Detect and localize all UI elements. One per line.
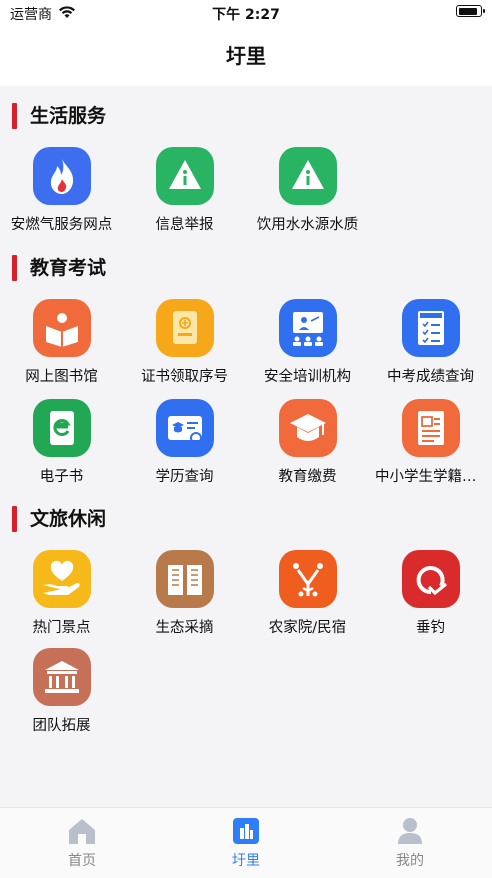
tab-mine[interactable]: 我的 [328, 816, 492, 870]
open-book-icon [155, 550, 214, 608]
degree-card-icon [155, 399, 214, 457]
service-education-payment[interactable]: 教育缴费 [246, 399, 369, 486]
section-accent-bar [12, 506, 17, 532]
section-accent-bar [12, 103, 17, 129]
service-safety-training[interactable]: 安全培训机构 [246, 299, 369, 386]
service-degree-check[interactable]: 学历查询 [123, 399, 246, 486]
service-exam-results[interactable]: 中考成绩查询 [369, 299, 492, 386]
heart-hand-icon [32, 550, 91, 608]
service-info-report[interactable]: 信息举报 [123, 147, 246, 234]
tab-xuli[interactable]: 圩里 [164, 816, 328, 870]
service-online-library[interactable]: 网上图书馆 [0, 299, 123, 386]
service-label: 垂钓 [416, 620, 445, 636]
museum-icon [32, 648, 91, 706]
document-icon [401, 399, 460, 457]
service-label: 信息举报 [155, 217, 214, 233]
person-icon [395, 816, 425, 846]
info-icon [155, 147, 214, 205]
page-title: 圩里 [0, 26, 492, 86]
battery-icon [456, 5, 485, 17]
service-label: 安全培训机构 [264, 369, 351, 385]
service-farmhouse-homestay[interactable]: 农家院/民宿 [246, 550, 369, 637]
fishing-icon [401, 550, 460, 608]
service-label: 热门景点 [32, 620, 91, 636]
section-title: 教育考试 [30, 257, 107, 279]
service-label: 电子书 [39, 469, 84, 485]
service-label: 农家院/民宿 [268, 620, 347, 636]
service-label: 学历查询 [155, 469, 214, 485]
status-bar: 运营商 下午 2:27 [0, 0, 492, 26]
tab-label: 首页 [68, 853, 96, 869]
fruit-tree-icon [278, 550, 337, 608]
service-label: 饮用水水源水质 [256, 217, 359, 233]
service-student-status[interactable]: 中小学生学籍查询 [369, 399, 492, 486]
flame-icon [32, 147, 91, 205]
service-label: 生态采摘 [155, 620, 214, 636]
service-label: 安燃气服务网点 [10, 217, 113, 233]
tab-home[interactable]: 首页 [0, 816, 164, 870]
certificate-icon [155, 299, 214, 357]
tab-label: 圩里 [232, 853, 260, 869]
service-water-quality[interactable]: 饮用水水源水质 [246, 147, 369, 234]
service-label: 教育缴费 [278, 469, 337, 485]
tab-bar: 首页 圩里 我的 [0, 807, 492, 878]
service-label: 网上图书馆 [25, 369, 98, 385]
service-team-building[interactable]: 团队拓展 [0, 648, 123, 735]
service-popular-attractions[interactable]: 热门景点 [0, 550, 123, 637]
section-accent-bar [12, 255, 17, 281]
info-icon [278, 147, 337, 205]
service-label: 证书领取序号 [141, 369, 228, 385]
book-icon [32, 299, 91, 357]
graduation-cap-icon [278, 399, 337, 457]
ebook-icon [32, 399, 91, 457]
home-icon [67, 816, 97, 846]
service-ebook[interactable]: 电子书 [0, 399, 123, 486]
building-icon [231, 816, 261, 846]
service-label: 团队拓展 [32, 718, 91, 734]
section-title: 文旅休闲 [30, 508, 107, 530]
service-gas-outlets[interactable]: 安燃气服务网点 [0, 147, 123, 234]
service-label: 中小学生学籍查询 [375, 469, 491, 485]
exam-report-icon [401, 299, 460, 357]
tab-label: 我的 [396, 853, 424, 869]
service-eco-picking[interactable]: 生态采摘 [123, 550, 246, 637]
service-certificate-number[interactable]: 证书领取序号 [123, 299, 246, 386]
section-title: 生活服务 [30, 105, 107, 127]
training-icon [278, 299, 337, 357]
clock: 下午 2:27 [212, 7, 280, 23]
service-fishing[interactable]: 垂钓 [369, 550, 492, 637]
service-label: 中考成绩查询 [387, 369, 474, 385]
